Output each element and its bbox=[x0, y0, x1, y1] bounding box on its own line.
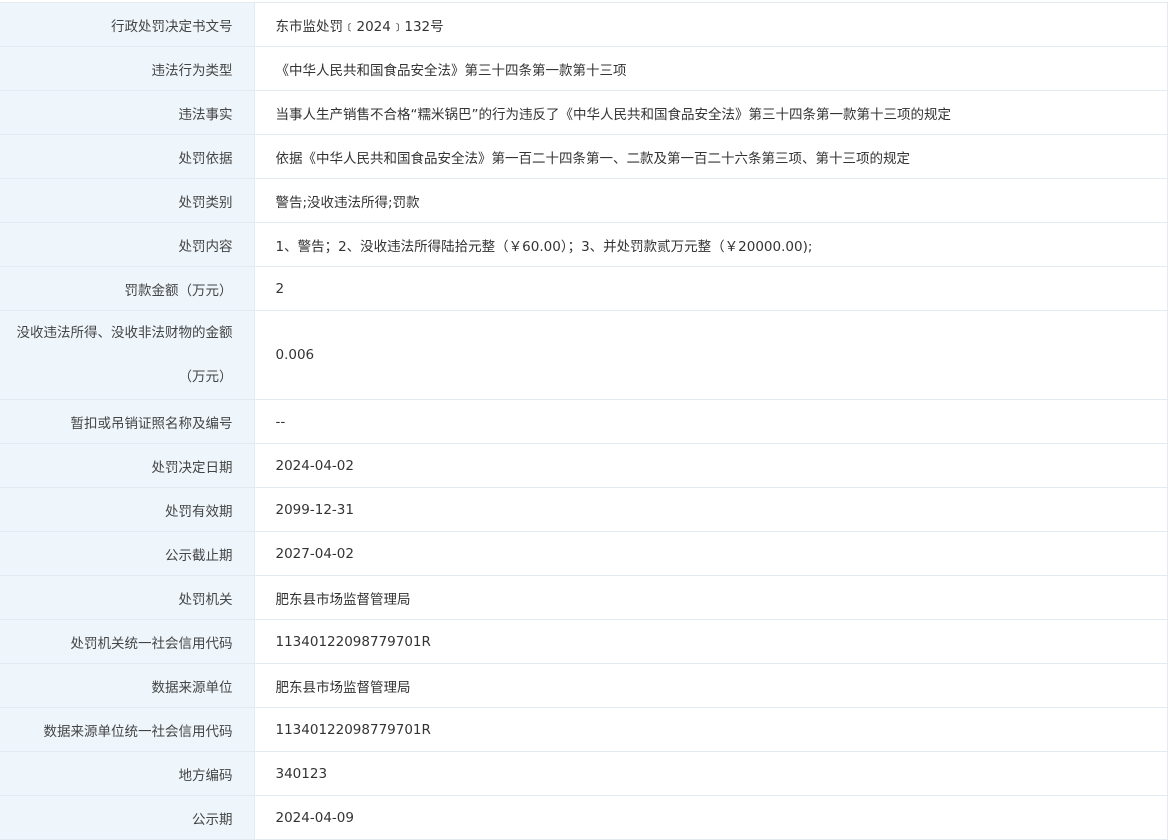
row-authority-credit-code: 处罚机关统一社会信用代码 11340122098779701R bbox=[0, 619, 1168, 664]
row-publicity-deadline: 公示截止期 2027-04-02 bbox=[0, 531, 1168, 576]
label-fine-amount: 罚款金额（万元） bbox=[0, 266, 255, 311]
row-source-credit-code: 数据来源单位统一社会信用代码 11340122098779701R bbox=[0, 707, 1168, 752]
row-decision-date: 处罚决定日期 2024-04-02 bbox=[0, 443, 1168, 488]
row-publicity-period: 公示期 2024-04-09 bbox=[0, 795, 1168, 840]
label-license-revocation: 暂扣或吊销证照名称及编号 bbox=[0, 399, 255, 444]
row-violation-type: 违法行为类型 《中华人民共和国食品安全法》第三十四条第一款第十三项 bbox=[0, 46, 1168, 91]
row-penalty-authority: 处罚机关 肥东县市场监督管理局 bbox=[0, 575, 1168, 620]
row-violation-facts: 违法事实 当事人生产销售不合格“糯米锅巴”的行为违反了《中华人民共和国食品安全法… bbox=[0, 90, 1168, 135]
row-penalty-category: 处罚类别 警告;没收违法所得;罚款 bbox=[0, 178, 1168, 223]
penalty-detail-table: 行政处罚决定书文号 东市监处罚﹝2024﹞132号 违法行为类型 《中华人民共和… bbox=[0, 2, 1168, 840]
label-penalty-category: 处罚类别 bbox=[0, 178, 255, 223]
value-confiscated-amount: 0.006 bbox=[254, 310, 1168, 400]
label-local-code: 地方编码 bbox=[0, 751, 255, 796]
value-penalty-category: 警告;没收违法所得;罚款 bbox=[254, 178, 1168, 223]
label-violation-type: 违法行为类型 bbox=[0, 46, 255, 91]
row-penalty-content: 处罚内容 1、警告；2、没收违法所得陆拾元整（￥60.00）；3、并处罚款贰万元… bbox=[0, 222, 1168, 267]
label-violation-facts: 违法事实 bbox=[0, 90, 255, 135]
label-data-source: 数据来源单位 bbox=[0, 663, 255, 708]
row-data-source: 数据来源单位 肥东县市场监督管理局 bbox=[0, 663, 1168, 708]
value-local-code: 340123 bbox=[254, 751, 1168, 796]
row-license-revocation: 暂扣或吊销证照名称及编号 -- bbox=[0, 399, 1168, 444]
value-violation-type: 《中华人民共和国食品安全法》第三十四条第一款第十三项 bbox=[254, 46, 1168, 91]
value-penalty-authority: 肥东县市场监督管理局 bbox=[254, 575, 1168, 620]
row-validity-period: 处罚有效期 2099-12-31 bbox=[0, 487, 1168, 532]
value-violation-facts: 当事人生产销售不合格“糯米锅巴”的行为违反了《中华人民共和国食品安全法》第三十四… bbox=[254, 90, 1168, 135]
value-decision-number: 东市监处罚﹝2024﹞132号 bbox=[254, 2, 1168, 47]
value-validity-period: 2099-12-31 bbox=[254, 487, 1168, 532]
label-penalty-basis: 处罚依据 bbox=[0, 134, 255, 179]
label-decision-date: 处罚决定日期 bbox=[0, 443, 255, 488]
value-penalty-content: 1、警告；2、没收违法所得陆拾元整（￥60.00）；3、并处罚款贰万元整（￥20… bbox=[254, 222, 1168, 267]
label-confiscated-amount: 没收违法所得、没收非法财物的金额（万元） bbox=[0, 310, 255, 400]
value-publicity-deadline: 2027-04-02 bbox=[254, 531, 1168, 576]
row-fine-amount: 罚款金额（万元） 2 bbox=[0, 266, 1168, 311]
label-source-credit-code: 数据来源单位统一社会信用代码 bbox=[0, 707, 255, 752]
label-publicity-period: 公示期 bbox=[0, 795, 255, 840]
label-authority-credit-code: 处罚机关统一社会信用代码 bbox=[0, 619, 255, 664]
label-publicity-deadline: 公示截止期 bbox=[0, 531, 255, 576]
row-decision-number: 行政处罚决定书文号 东市监处罚﹝2024﹞132号 bbox=[0, 2, 1168, 47]
label-validity-period: 处罚有效期 bbox=[0, 487, 255, 532]
value-license-revocation: -- bbox=[254, 399, 1168, 444]
value-data-source: 肥东县市场监督管理局 bbox=[254, 663, 1168, 708]
value-source-credit-code: 11340122098779701R bbox=[254, 707, 1168, 752]
value-penalty-basis: 依据《中华人民共和国食品安全法》第一百二十四条第一、二款及第一百二十六条第三项、… bbox=[254, 134, 1168, 179]
value-authority-credit-code: 11340122098779701R bbox=[254, 619, 1168, 664]
row-local-code: 地方编码 340123 bbox=[0, 751, 1168, 796]
label-penalty-content: 处罚内容 bbox=[0, 222, 255, 267]
value-decision-date: 2024-04-02 bbox=[254, 443, 1168, 488]
label-decision-number: 行政处罚决定书文号 bbox=[0, 2, 255, 47]
value-fine-amount: 2 bbox=[254, 266, 1168, 311]
label-penalty-authority: 处罚机关 bbox=[0, 575, 255, 620]
row-penalty-basis: 处罚依据 依据《中华人民共和国食品安全法》第一百二十四条第一、二款及第一百二十六… bbox=[0, 134, 1168, 179]
row-confiscated-amount: 没收违法所得、没收非法财物的金额（万元） 0.006 bbox=[0, 310, 1168, 400]
value-publicity-period: 2024-04-09 bbox=[254, 795, 1168, 840]
